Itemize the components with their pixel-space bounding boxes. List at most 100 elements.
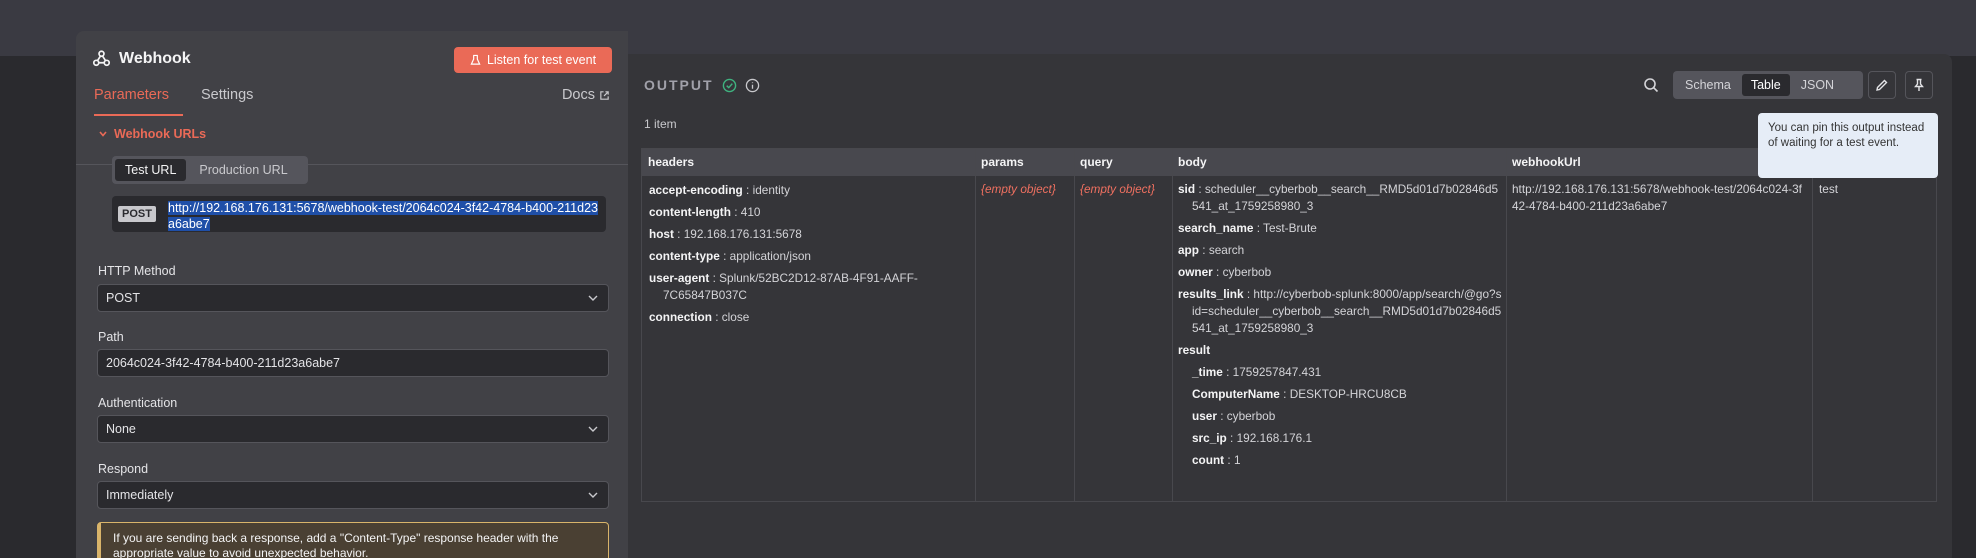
flask-icon bbox=[470, 54, 481, 65]
kv-value: DESKTOP-HRCU8CB bbox=[1289, 387, 1407, 401]
kv-key: result bbox=[1178, 343, 1211, 357]
items-count: 1 item bbox=[644, 117, 677, 131]
kv-key: connection bbox=[649, 310, 712, 324]
parameters-panel: Webhook Listen for test event Parameters… bbox=[76, 31, 628, 558]
chevron-down-icon bbox=[588, 426, 598, 432]
view-table-button[interactable]: Table bbox=[1741, 74, 1790, 96]
kv-row: connection : close bbox=[649, 310, 750, 324]
edit-output-button[interactable] bbox=[1868, 71, 1896, 99]
kv-row: ComputerName : DESKTOP-HRCU8CB bbox=[1192, 387, 1407, 401]
webhook-url-selected: http://192.168.176.131:5678/webhook-test… bbox=[168, 201, 598, 231]
chevron-down-icon bbox=[99, 131, 107, 137]
respond-label: Respond bbox=[98, 462, 149, 476]
output-table: headers params query body webhookUrl acc… bbox=[641, 148, 1937, 502]
kv-row: user : cyberbob bbox=[1192, 409, 1276, 423]
path-label: Path bbox=[98, 330, 124, 344]
column-header-params: params bbox=[981, 155, 1024, 169]
view-schema-button[interactable]: Schema bbox=[1676, 74, 1740, 96]
column-divider bbox=[1172, 149, 1173, 501]
node-title: Webhook bbox=[92, 49, 191, 68]
webhook-url-box[interactable]: POST http://192.168.176.131:5678/webhook… bbox=[112, 196, 606, 232]
webhook-url-text[interactable]: http://192.168.176.131:5678/webhook-test… bbox=[168, 200, 602, 232]
authentication-label: Authentication bbox=[98, 396, 178, 410]
kv-key: host bbox=[649, 227, 674, 241]
kv-key: search_name bbox=[1178, 221, 1254, 235]
column-header-headers: headers bbox=[648, 155, 695, 169]
kv-value: application/json bbox=[729, 249, 811, 263]
params-cell: {empty object} bbox=[981, 182, 1056, 196]
kv-key: ComputerName bbox=[1192, 387, 1280, 401]
node-title-text: Webhook bbox=[119, 49, 191, 67]
kv-row: host : 192.168.176.131:5678 bbox=[649, 227, 802, 241]
kv-row: content-type : application/json bbox=[649, 249, 811, 263]
docs-link[interactable]: Docs bbox=[562, 87, 610, 103]
pin-tooltip: You can pin this output instead of waiti… bbox=[1758, 113, 1938, 178]
kv-value: cyberbob bbox=[1226, 409, 1276, 423]
kv-value: identity bbox=[752, 183, 790, 197]
column-divider bbox=[1074, 149, 1075, 501]
listen-test-event-button[interactable]: Listen for test event bbox=[454, 47, 612, 73]
query-cell: {empty object} bbox=[1080, 182, 1155, 196]
column-divider bbox=[1812, 149, 1813, 501]
kv-key: app bbox=[1178, 243, 1199, 257]
body-cell: sid : scheduler__cyberbob__search__RMD5d… bbox=[1178, 181, 1502, 474]
content-type-notice: If you are sending back a response, add … bbox=[97, 522, 609, 558]
tab-parameters[interactable]: Parameters bbox=[94, 87, 169, 103]
kv-value: 1 bbox=[1233, 453, 1241, 467]
view-json-button[interactable]: JSON bbox=[1792, 74, 1843, 96]
kv-row: owner : cyberbob bbox=[1178, 265, 1272, 279]
kv-row: accept-encoding : identity bbox=[649, 183, 790, 197]
parameter-tabs: Parameters Settings Docs bbox=[76, 81, 628, 165]
kv-key: user bbox=[1192, 409, 1217, 423]
kv-value: 1759257847.431 bbox=[1232, 365, 1322, 379]
test-url-tab[interactable]: Test URL bbox=[115, 159, 187, 181]
kv-value: search bbox=[1208, 243, 1245, 257]
tab-settings[interactable]: Settings bbox=[201, 87, 253, 103]
kv-key: user-agent bbox=[649, 271, 710, 285]
pin-icon bbox=[1914, 78, 1924, 91]
docs-label: Docs bbox=[561, 87, 595, 103]
authentication-value: None bbox=[106, 422, 136, 436]
column-header-body: body bbox=[1178, 155, 1207, 169]
table-header-row: headers params query body webhookUrl bbox=[642, 149, 1936, 176]
info-icon[interactable] bbox=[745, 78, 760, 93]
kv-row: _time : 1759257847.431 bbox=[1192, 365, 1322, 379]
kv-value: close bbox=[721, 310, 750, 324]
respond-value: Immediately bbox=[106, 488, 174, 502]
listen-button-label: Listen for test event bbox=[486, 53, 597, 67]
webhook-icon bbox=[92, 50, 111, 67]
http-method-value: POST bbox=[106, 291, 141, 305]
external-link-icon bbox=[600, 90, 609, 100]
webhook-urls-toggle[interactable]: Webhook URLs bbox=[98, 127, 206, 141]
kv-row: result bbox=[1178, 342, 1502, 359]
kv-row: count : 1 bbox=[1192, 453, 1241, 467]
last-column-cell: test bbox=[1819, 182, 1839, 196]
kv-value: cyberbob bbox=[1222, 265, 1272, 279]
webhook-urls-title: Webhook URLs bbox=[114, 127, 207, 141]
kv-key: content-length bbox=[649, 205, 731, 219]
method-badge: POST bbox=[118, 206, 156, 222]
chevron-down-icon bbox=[588, 295, 598, 301]
kv-key: sid bbox=[1178, 182, 1196, 196]
kv-key: results_link bbox=[1178, 287, 1244, 301]
kv-row: results_link : http://cyberbob-splunk:80… bbox=[1178, 287, 1502, 335]
kv-value: 192.168.176.1 bbox=[1236, 431, 1313, 445]
pin-output-button[interactable] bbox=[1905, 71, 1933, 99]
kv-value: Test-Brute bbox=[1263, 221, 1317, 235]
output-title: OUTPUT bbox=[644, 77, 714, 93]
respond-select[interactable]: Immediately bbox=[97, 481, 609, 509]
search-icon[interactable] bbox=[1642, 76, 1660, 94]
pencil-icon bbox=[1876, 79, 1888, 91]
output-panel: OUTPUT Schema Table JSON 1 item headers … bbox=[628, 54, 1952, 558]
path-input[interactable]: 2064c024-3f42-4784-b400-211d23a6abe7 bbox=[97, 349, 609, 377]
chevron-down-icon bbox=[588, 492, 598, 498]
authentication-select[interactable]: None bbox=[97, 415, 609, 443]
kv-row: user-agent : Splunk/52BC2D12-87AB-4F91-A… bbox=[649, 271, 918, 302]
http-method-select[interactable]: POST bbox=[97, 284, 609, 312]
production-url-tab[interactable]: Production URL bbox=[189, 159, 297, 181]
kv-key: owner bbox=[1178, 265, 1213, 279]
kv-key: count bbox=[1192, 453, 1225, 467]
column-divider bbox=[975, 149, 976, 501]
kv-row: content-length : 410 bbox=[649, 205, 761, 219]
view-mode-toggle: Schema Table JSON bbox=[1673, 71, 1863, 99]
